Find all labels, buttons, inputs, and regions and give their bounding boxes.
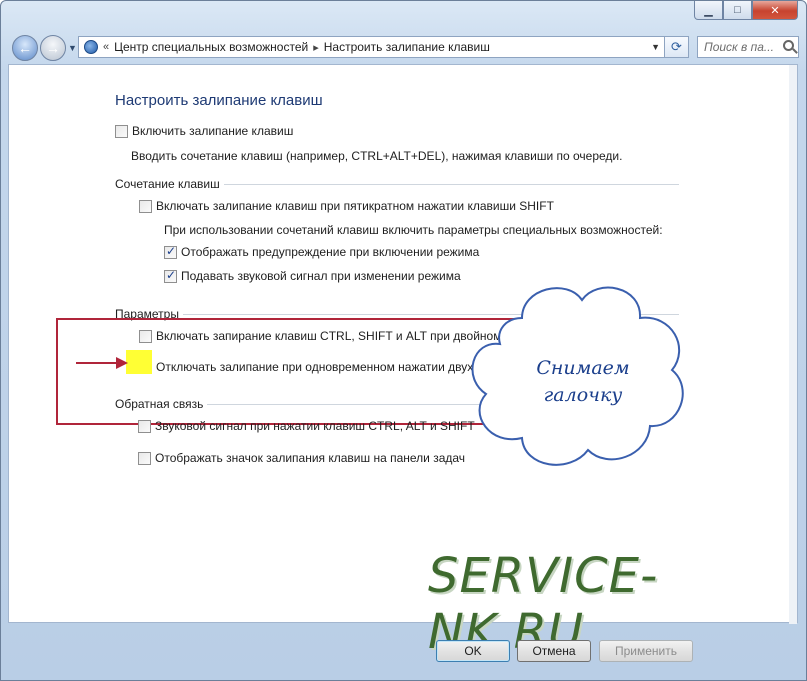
shortcut-group-title: Сочетание клавиш <box>115 177 220 191</box>
minimize-button[interactable]: ▁ <box>694 1 723 20</box>
enable-sticky-keys-option[interactable]: Включить залипание клавиш <box>115 124 293 138</box>
enable-sticky-keys-label[interactable]: Включить залипание клавиш <box>132 124 293 138</box>
history-dropdown-icon[interactable]: ▼ <box>68 43 77 53</box>
highlight-box <box>56 318 516 425</box>
show-taskbar-icon-checkbox[interactable] <box>138 451 151 465</box>
search-placeholder: Поиск в па... <box>704 40 774 54</box>
apply-button[interactable]: Применить <box>599 640 693 662</box>
close-button[interactable]: ✕ <box>752 1 798 20</box>
shortcut-group-header: Сочетание клавиш <box>115 177 679 191</box>
address-dropdown-icon[interactable]: ▼ <box>651 42 660 52</box>
shift-five-times-checkbox[interactable] <box>139 199 152 213</box>
beep-on-modifier-checkbox[interactable] <box>138 419 151 433</box>
show-taskbar-icon-label[interactable]: Отображать значок залипания клавиш на па… <box>155 451 465 465</box>
group-divider <box>223 183 679 185</box>
breadcrumb-arrow-icon[interactable]: ▸ <box>313 41 319 54</box>
scrollbar[interactable] <box>789 65 797 624</box>
control-panel-icon <box>84 40 98 54</box>
ok-button[interactable]: OK <box>436 640 510 662</box>
show-warning-option[interactable]: Отображать предупреждение при включении … <box>164 244 479 259</box>
red-arrow-icon <box>76 357 128 369</box>
highlight-marker <box>126 350 152 374</box>
show-warning-label[interactable]: Отображать предупреждение при включении … <box>181 245 479 259</box>
search-input[interactable]: Поиск в па... <box>697 36 799 58</box>
address-bar[interactable]: « Центр специальных возможностей ▸ Настр… <box>78 36 665 58</box>
back-arrow-icon: ← <box>18 40 32 56</box>
maximize-button[interactable]: □ <box>723 1 752 20</box>
enable-sticky-keys-checkbox[interactable] <box>115 124 128 138</box>
shift-five-times-option[interactable]: Включать залипание клавиш при пятикратно… <box>139 199 554 213</box>
callout-line-1: Снимаем <box>536 357 630 379</box>
breadcrumb-overflow[interactable]: « <box>103 41 109 53</box>
shift-five-times-label[interactable]: Включать залипание клавиш при пятикратно… <box>156 199 554 213</box>
sound-on-toggle-label[interactable]: Подавать звуковой сигнал при изменении р… <box>181 269 461 283</box>
show-warning-checkbox[interactable] <box>164 244 177 259</box>
refresh-icon: ⟳ <box>671 39 682 54</box>
search-icon[interactable] <box>783 40 794 51</box>
callout-line-2: галочку <box>543 384 623 406</box>
forward-arrow-icon: → <box>46 40 60 56</box>
forward-button[interactable]: → <box>40 35 66 61</box>
shortcut-note: При использовании сочетаний клавиш включ… <box>164 223 663 237</box>
page-title: Настроить залипание клавиш <box>115 92 323 109</box>
callout-text: Снимаем галочку <box>518 355 648 409</box>
cancel-button[interactable]: Отмена <box>517 640 591 662</box>
show-taskbar-icon-option[interactable]: Отображать значок залипания клавиш на па… <box>138 451 465 465</box>
refresh-button[interactable]: ⟳ <box>665 36 689 58</box>
back-button[interactable]: ← <box>12 35 38 61</box>
caption-buttons: ▁ □ ✕ <box>694 1 798 20</box>
sound-on-toggle-checkbox[interactable] <box>164 268 177 283</box>
sound-on-toggle-option[interactable]: Подавать звуковой сигнал при изменении р… <box>164 268 461 283</box>
enable-description: Вводить сочетание клавиш (например, CTRL… <box>131 149 623 163</box>
beep-on-modifier-label[interactable]: Звуковой сигнал при нажатии клавиш CTRL,… <box>155 419 475 433</box>
beep-on-modifier-option[interactable]: Звуковой сигнал при нажатии клавиш CTRL,… <box>138 419 475 433</box>
breadcrumb-ease-of-access[interactable]: Центр специальных возможностей <box>114 40 308 54</box>
breadcrumb-sticky-keys[interactable]: Настроить залипание клавиш <box>324 40 490 54</box>
